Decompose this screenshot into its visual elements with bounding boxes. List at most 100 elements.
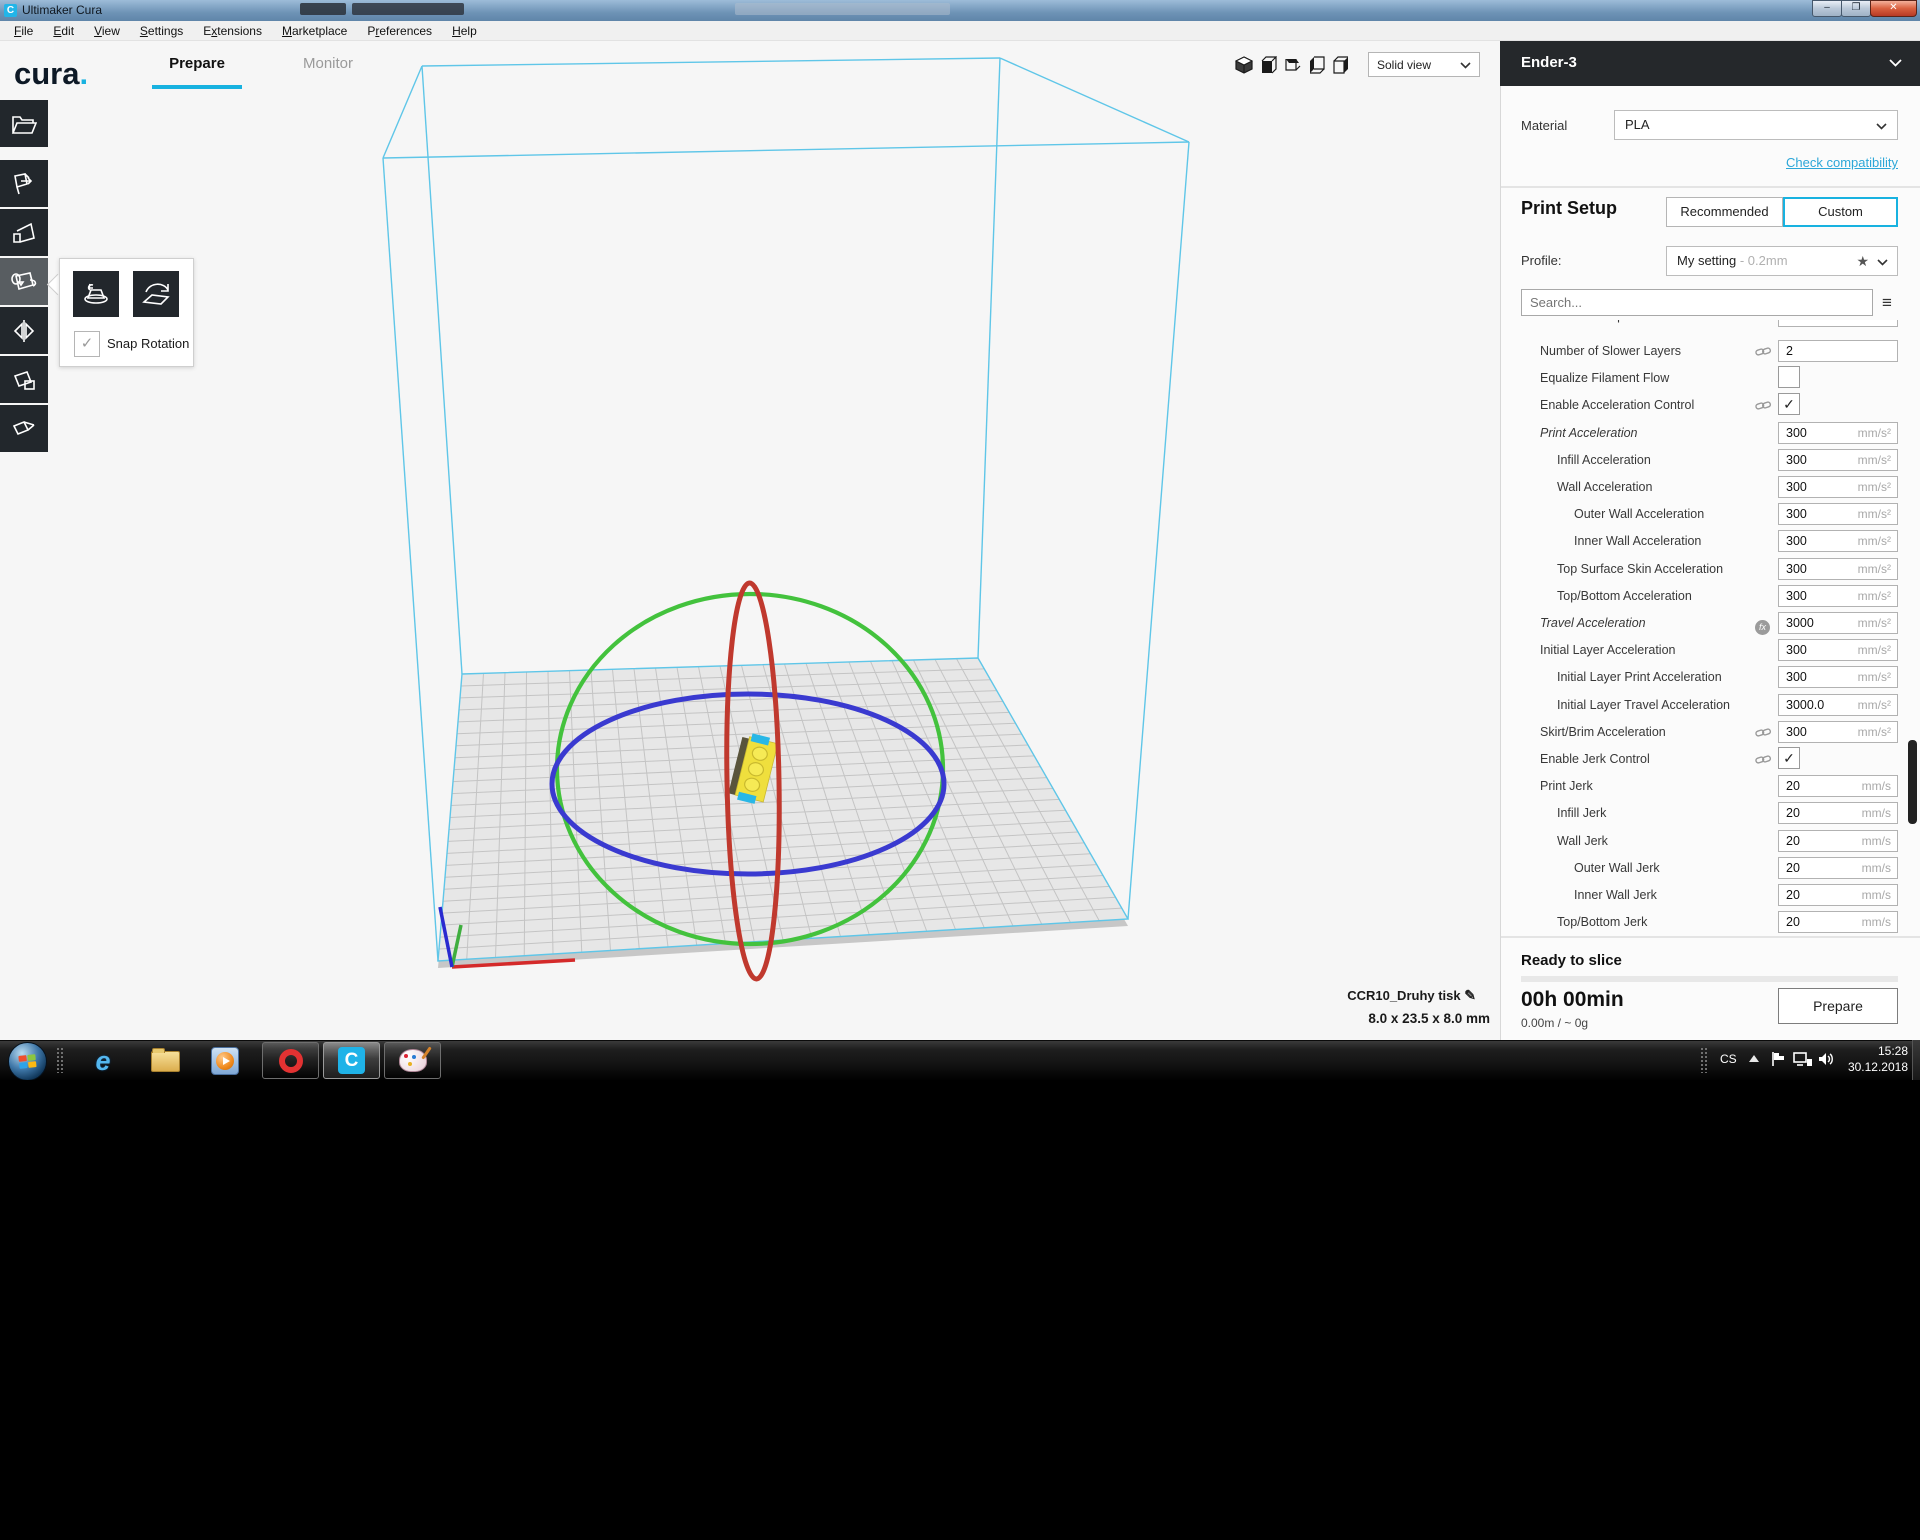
taskbar-opera[interactable] xyxy=(262,1042,319,1079)
network-icon[interactable] xyxy=(1793,1051,1813,1072)
buildplate[interactable] xyxy=(438,658,1128,961)
lay-flat-button[interactable] xyxy=(73,271,119,317)
settings-menu-icon[interactable]: ≡ xyxy=(1882,293,1892,313)
rotate-tool-button[interactable] xyxy=(0,258,48,305)
setting-value: 20 xyxy=(1786,885,1800,905)
setting-value: 300 xyxy=(1786,504,1807,524)
tab-monitor[interactable]: Monitor xyxy=(297,55,359,72)
setting-checkbox[interactable]: ✓ xyxy=(1778,393,1800,415)
model-name[interactable]: CCR10_Druhy tisk ✎ xyxy=(1190,987,1476,1004)
setting-row: Infill Jerk20mm/s xyxy=(1500,801,1920,825)
setting-value-field[interactable]: 0mm/s xyxy=(1778,320,1898,327)
setting-value: 300 xyxy=(1786,559,1807,579)
profile-label: Profile: xyxy=(1521,253,1561,268)
setting-value-field[interactable]: 2 xyxy=(1778,340,1898,362)
setting-value-field[interactable]: 20mm/s xyxy=(1778,884,1898,906)
taskbar-windows-explorer[interactable] xyxy=(145,1046,185,1076)
move-tool-button[interactable] xyxy=(0,160,48,207)
setting-row: Top/Bottom Acceleration300mm/s² xyxy=(1500,584,1920,608)
clock-date[interactable]: 30.12.2018 xyxy=(1828,1060,1908,1074)
profile-dropdown[interactable]: My setting - 0.2mm ★ xyxy=(1666,246,1898,276)
menu-edit[interactable]: Edit xyxy=(43,24,84,38)
setting-value-field[interactable]: 300mm/s² xyxy=(1778,530,1898,552)
star-icon[interactable]: ★ xyxy=(1856,247,1869,275)
open-file-button[interactable] xyxy=(0,100,48,147)
search-input[interactable] xyxy=(1522,290,1872,315)
mirror-tool-button[interactable] xyxy=(0,307,48,354)
prepare-button[interactable]: Prepare xyxy=(1778,988,1898,1024)
setting-value-field[interactable]: 20mm/s xyxy=(1778,830,1898,852)
support-blocker-button[interactable] xyxy=(0,405,48,452)
menu-preferences[interactable]: Preferences xyxy=(357,24,442,38)
maximize-button[interactable]: ❐ xyxy=(1841,0,1871,17)
rotate-icon xyxy=(10,270,38,294)
material-dropdown[interactable]: PLA xyxy=(1614,110,1898,140)
material-estimate: 0.00m / ~ 0g xyxy=(1521,1016,1588,1030)
setting-value-field[interactable]: 300mm/s² xyxy=(1778,558,1898,580)
menu-help[interactable]: Help xyxy=(442,24,487,38)
setting-value-field[interactable]: 20mm/s xyxy=(1778,911,1898,933)
clock-time[interactable]: 15:28 xyxy=(1828,1044,1908,1058)
setting-unit: mm/s² xyxy=(1858,613,1891,633)
setting-unit: mm/s xyxy=(1862,831,1891,851)
setting-value-field[interactable]: 300mm/s² xyxy=(1778,422,1898,444)
edit-pencil-icon[interactable]: ✎ xyxy=(1464,987,1476,1003)
setting-value-field[interactable]: 300mm/s² xyxy=(1778,666,1898,688)
check-compatibility-link[interactable]: Check compatibility xyxy=(1698,155,1898,170)
open-folder-icon xyxy=(11,113,37,135)
view-mode-dropdown[interactable]: Solid view xyxy=(1368,52,1480,77)
chevron-down-icon xyxy=(1889,59,1902,67)
view-top-icon[interactable] xyxy=(1282,55,1302,75)
taskbar-paint[interactable] xyxy=(384,1042,441,1079)
mode-recommended-button[interactable]: Recommended xyxy=(1666,197,1783,227)
setting-value-field[interactable]: 20mm/s xyxy=(1778,802,1898,824)
start-button[interactable] xyxy=(8,1042,47,1080)
snap-rotation-checkbox[interactable]: ✓ xyxy=(74,331,100,357)
setting-value-field[interactable]: 300mm/s² xyxy=(1778,449,1898,471)
close-button[interactable]: ✕ xyxy=(1870,0,1917,17)
setting-row: Inner Wall Acceleration300mm/s² xyxy=(1500,529,1920,553)
view-front-icon[interactable] xyxy=(1258,55,1278,75)
action-center-flag-icon[interactable] xyxy=(1770,1051,1786,1072)
setting-value-field[interactable]: 300mm/s² xyxy=(1778,503,1898,525)
setting-value-field[interactable]: 3000mm/s² xyxy=(1778,612,1898,634)
settings-list[interactable]: Maximum Z Speed0mm/sNumber of Slower Lay… xyxy=(1500,320,1920,936)
printer-selector[interactable]: Ender-3 xyxy=(1500,41,1920,86)
per-model-settings-button[interactable] xyxy=(0,356,48,403)
mode-custom-button[interactable]: Custom xyxy=(1783,197,1898,227)
taskbar-internet-explorer[interactable]: e xyxy=(86,1046,120,1076)
menu-settings[interactable]: Settings xyxy=(130,24,193,38)
view-right-icon[interactable] xyxy=(1330,55,1350,75)
select-face-align-button[interactable] xyxy=(133,271,179,317)
setting-value-field[interactable]: 300mm/s² xyxy=(1778,476,1898,498)
menu-file[interactable]: File xyxy=(4,24,43,38)
setting-value: 0 xyxy=(1786,320,1793,326)
view-3d-icon[interactable] xyxy=(1234,55,1254,75)
background-window-fragment xyxy=(352,3,464,15)
menu-marketplace[interactable]: Marketplace xyxy=(272,24,357,38)
language-indicator[interactable]: CS xyxy=(1720,1052,1737,1066)
setting-value-field[interactable]: 20mm/s xyxy=(1778,775,1898,797)
menu-view[interactable]: View xyxy=(84,24,130,38)
tab-prepare[interactable]: Prepare xyxy=(152,55,242,72)
view-left-icon[interactable] xyxy=(1306,55,1326,75)
setting-value-field[interactable]: 3000.0mm/s² xyxy=(1778,694,1898,716)
setting-value-field[interactable]: 300mm/s² xyxy=(1778,721,1898,743)
minimize-button[interactable]: – xyxy=(1812,0,1842,17)
setting-checkbox[interactable]: ✓ xyxy=(1778,747,1800,769)
setting-value-field[interactable]: 300mm/s² xyxy=(1778,585,1898,607)
scale-tool-button[interactable] xyxy=(0,209,48,256)
show-desktop-button[interactable] xyxy=(1912,1040,1920,1080)
taskbar-cura[interactable]: C xyxy=(323,1042,380,1079)
settings-search[interactable] xyxy=(1521,289,1873,316)
menu-extensions[interactable]: Extensions xyxy=(193,24,272,38)
setting-row: Number of Slower Layers2 xyxy=(1500,339,1920,363)
setting-value-field[interactable]: 20mm/s xyxy=(1778,857,1898,879)
settings-scrollbar-thumb[interactable] xyxy=(1908,740,1917,824)
material-label: Material xyxy=(1521,118,1567,133)
setting-row: Travel Accelerationfx3000mm/s² xyxy=(1500,611,1920,635)
setting-value-field[interactable]: 300mm/s² xyxy=(1778,639,1898,661)
tray-expand-icon[interactable] xyxy=(1749,1055,1759,1062)
setting-checkbox[interactable] xyxy=(1778,366,1800,388)
taskbar-media-player[interactable] xyxy=(208,1046,242,1076)
